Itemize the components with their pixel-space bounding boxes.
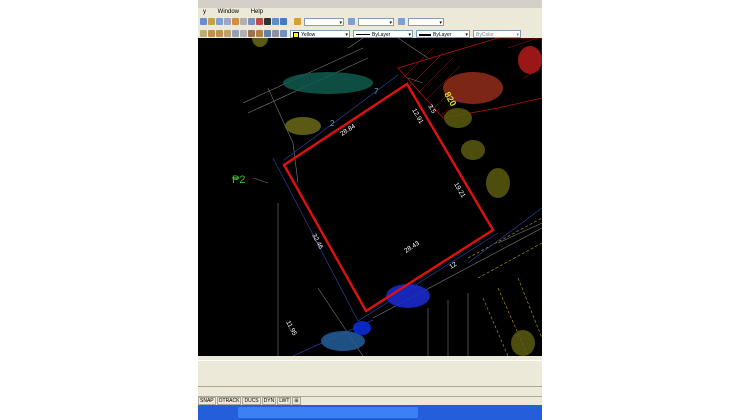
zoom-icon[interactable] — [224, 18, 231, 25]
dim-12: 12 — [448, 261, 458, 271]
color-dropdown[interactable]: Yellow ▾ — [290, 30, 350, 38]
menu-item-window[interactable]: Window — [213, 8, 244, 16]
dim-3-5: 3.5 — [426, 104, 437, 116]
dyn-toggle[interactable]: DYN — [261, 397, 277, 405]
tool-palette-icon[interactable] — [256, 18, 263, 25]
properties-icon[interactable] — [240, 18, 247, 25]
model-toggle-icon[interactable]: ⊞ — [292, 397, 301, 405]
linetype-dropdown[interactable]: ByLayer ▾ — [353, 30, 413, 38]
redo-icon[interactable] — [208, 18, 215, 25]
plotstyle-dropdown[interactable]: ByColor ▾ — [473, 30, 521, 38]
layer-previous-icon[interactable] — [232, 30, 239, 37]
otrack-toggle[interactable]: OTRACK — [216, 397, 242, 405]
label-7: 7 — [374, 87, 379, 96]
menu-bar: y Window Help — [198, 8, 542, 16]
snap-toggle[interactable]: SNAP — [198, 397, 216, 405]
linetype-preview-icon — [356, 34, 370, 36]
sheet-set-icon[interactable] — [264, 18, 271, 25]
dim-19-21: 19.21 — [452, 182, 466, 200]
yellow-swatch-icon — [293, 31, 299, 38]
parcel-id-label: ₱2 — [232, 174, 245, 186]
layer-off-icon[interactable] — [280, 30, 287, 37]
taskbar — [198, 405, 542, 420]
drawing-canvas: 28.84 12.91 3.5 19.21 28.43 32.46 12 11.… — [232, 29, 542, 357]
layer-state-icon[interactable] — [200, 30, 207, 37]
dim-32-46: 32.46 — [310, 233, 324, 251]
cad-window: y Window Help ▾ ▾ ▾ Yellow ▾ ByLayer ▾ B… — [198, 0, 542, 420]
label-2: 2 — [330, 119, 335, 128]
menu-item-help[interactable]: Help — [246, 8, 268, 16]
dim-style-dropdown[interactable]: ▾ — [408, 18, 444, 26]
divider-lower — [198, 386, 542, 387]
drawing-area[interactable]: 28.84 12.91 3.5 19.21 28.43 32.46 12 11.… — [198, 29, 542, 357]
lineweight-dropdown[interactable]: ByLayer ▾ — [416, 30, 470, 38]
menu-item-y[interactable]: y — [198, 8, 211, 16]
layer-merge-icon[interactable] — [264, 30, 271, 37]
layer-freeze-icon[interactable] — [208, 30, 215, 37]
dim-11-95: 11.95 — [284, 320, 298, 338]
text-style-dropdown[interactable]: ▾ — [358, 18, 394, 26]
layer-walk-icon[interactable] — [256, 30, 263, 37]
undo-icon[interactable] — [200, 18, 207, 25]
ducs-toggle[interactable]: DUCS — [242, 397, 261, 405]
dim-28-43: 28.43 — [403, 240, 421, 255]
pan-icon[interactable] — [216, 18, 223, 25]
layer-manager-icon[interactable] — [294, 18, 301, 25]
dim-28-84: 28.84 — [339, 123, 357, 138]
markup-icon[interactable] — [272, 18, 279, 25]
layer-lock-icon[interactable] — [216, 30, 223, 37]
design-center-icon[interactable] — [248, 18, 255, 25]
layer-color-icon[interactable] — [224, 30, 231, 37]
lineweight-preview-icon — [419, 33, 431, 36]
zoom-window-icon[interactable] — [232, 18, 239, 25]
taskbar-app-button[interactable] — [238, 407, 418, 418]
divider — [198, 360, 542, 361]
command-line-area[interactable] — [198, 356, 542, 396]
layer-isolate-icon[interactable] — [248, 30, 255, 37]
layer-match-icon[interactable] — [240, 30, 247, 37]
layer-dropdown[interactable]: ▾ — [304, 18, 344, 26]
calculator-icon[interactable] — [280, 18, 287, 25]
style-icon[interactable] — [348, 18, 355, 25]
dim-style-icon[interactable] — [398, 18, 405, 25]
blurred-overlays — [252, 29, 542, 356]
layer-delete-icon[interactable] — [272, 30, 279, 37]
lwt-toggle[interactable]: LWT — [277, 397, 292, 405]
